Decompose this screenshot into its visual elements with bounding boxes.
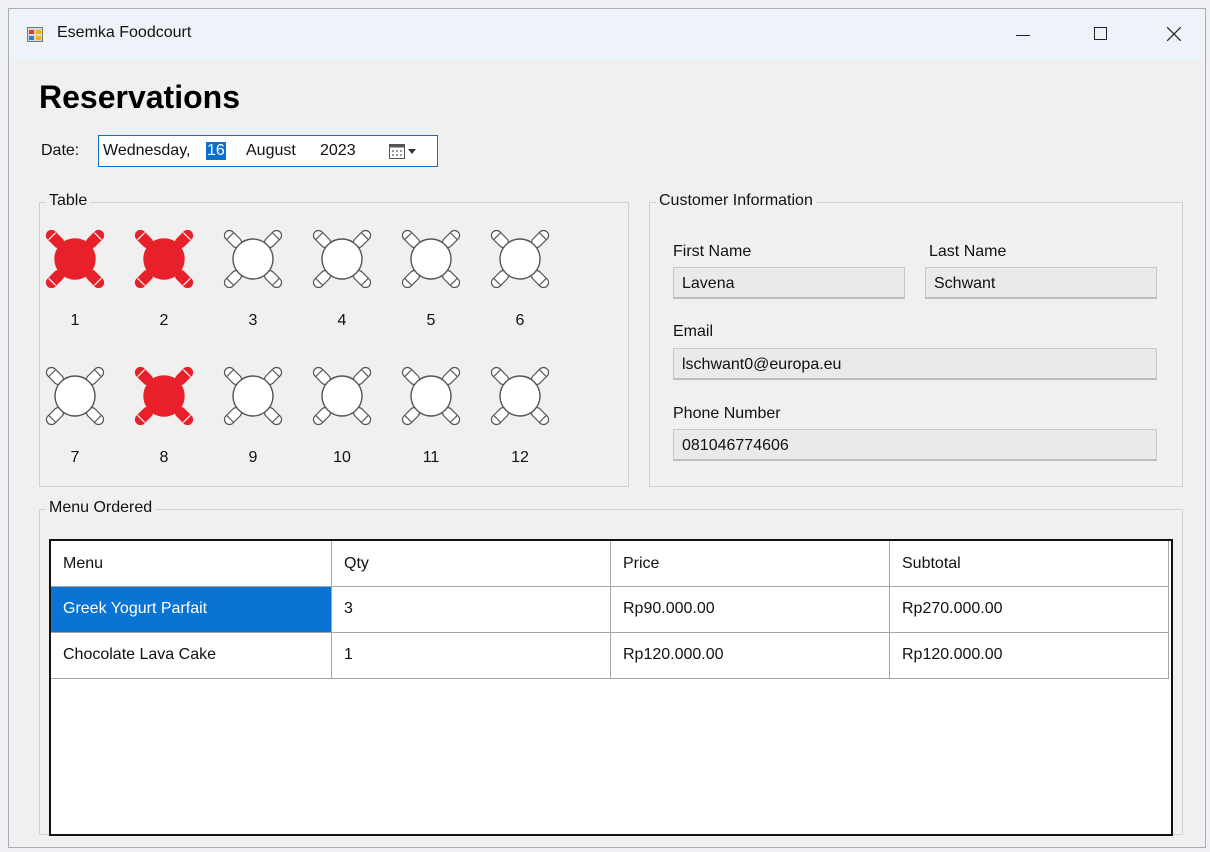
phone-label: Phone Number — [673, 405, 781, 422]
table-icon — [223, 366, 283, 426]
minimize-button[interactable] — [992, 9, 1052, 59]
table-number: 10 — [333, 449, 351, 466]
table-number: 3 — [248, 312, 258, 329]
table-12[interactable]: 12 — [475, 361, 565, 469]
customer-info-group: Customer Information First Name Lavena L… — [649, 192, 1183, 487]
table-7[interactable]: 7 — [30, 361, 120, 469]
table-6[interactable]: 6 — [475, 224, 565, 332]
first-name-field[interactable]: Lavena — [673, 267, 905, 299]
date-picker[interactable]: Wednesday, 16 August 2023 — [98, 135, 438, 167]
column-header-menu[interactable]: Menu — [51, 541, 332, 587]
cell-menu[interactable]: Greek Yogurt Parfait — [51, 587, 332, 633]
title-bar[interactable]: Esemka Foodcourt — [9, 9, 1205, 59]
table-number: 12 — [511, 449, 529, 466]
close-icon — [1167, 27, 1181, 41]
email-field[interactable]: lschwant0@europa.eu — [673, 348, 1157, 380]
app-window: Esemka Foodcourt Reservations Date: Wedn… — [8, 8, 1206, 848]
cell-qty[interactable]: 3 — [332, 587, 611, 633]
table-icon — [401, 366, 461, 426]
table-icon — [312, 366, 372, 426]
table-group-title: Table — [46, 192, 91, 210]
cell-qty[interactable]: 1 — [332, 633, 611, 679]
date-year[interactable]: 2023 — [320, 142, 356, 160]
table-2[interactable]: 2 — [119, 224, 209, 332]
date-weekday: Wednesday, — [103, 142, 191, 159]
table-icon — [490, 366, 550, 426]
table-icon — [134, 229, 194, 289]
calendar-dropdown-icon[interactable] — [389, 144, 425, 160]
app-icon — [27, 27, 43, 42]
table-icon — [312, 229, 372, 289]
column-header-price[interactable]: Price — [611, 541, 890, 587]
table-9[interactable]: 9 — [208, 361, 298, 469]
date-month[interactable]: August — [246, 142, 296, 160]
table-5[interactable]: 5 — [386, 224, 476, 332]
table-number: 11 — [422, 449, 440, 466]
first-name-label: First Name — [673, 243, 752, 260]
table-number: 9 — [248, 449, 258, 466]
table-10[interactable]: 10 — [297, 361, 387, 469]
table-number: 8 — [159, 449, 169, 466]
cell-menu[interactable]: Chocolate Lava Cake — [51, 633, 332, 679]
date-day[interactable]: 16 — [206, 142, 226, 160]
table-number: 5 — [426, 312, 436, 329]
table-3[interactable]: 3 — [208, 224, 298, 332]
maximize-button[interactable] — [1071, 9, 1131, 59]
close-button[interactable] — [1145, 9, 1205, 59]
column-header-subtotal[interactable]: Subtotal — [890, 541, 1169, 587]
cell-price[interactable]: Rp90.000.00 — [611, 587, 890, 633]
table-icon — [134, 366, 194, 426]
cell-subtotal[interactable]: Rp120.000.00 — [890, 633, 1169, 679]
customer-info-title: Customer Information — [656, 192, 816, 210]
table-icon — [223, 229, 283, 289]
minimize-icon — [1016, 35, 1030, 36]
table-icon — [490, 229, 550, 289]
table-4[interactable]: 4 — [297, 224, 387, 332]
table-group: Table 1 2 3 4 5 6 7 8 9 10 11 12 — [39, 192, 629, 487]
table-icon — [45, 229, 105, 289]
cell-subtotal[interactable]: Rp270.000.00 — [890, 587, 1169, 633]
table-number: 7 — [70, 449, 80, 466]
phone-field[interactable]: 081046774606 — [673, 429, 1157, 461]
table-11[interactable]: 11 — [386, 361, 476, 469]
maximize-icon — [1094, 27, 1107, 40]
cell-price[interactable]: Rp120.000.00 — [611, 633, 890, 679]
menu-ordered-title: Menu Ordered — [46, 499, 156, 517]
last-name-label: Last Name — [929, 243, 1007, 260]
table-number: 2 — [159, 312, 169, 329]
table-number: 4 — [337, 312, 347, 329]
table-1[interactable]: 1 — [30, 224, 120, 332]
table-number: 6 — [515, 312, 525, 329]
table-8[interactable]: 8 — [119, 361, 209, 469]
last-name-field[interactable]: Schwant — [925, 267, 1157, 299]
window-title: Esemka Foodcourt — [57, 24, 192, 41]
table-icon — [401, 229, 461, 289]
table-number: 1 — [70, 312, 80, 329]
email-label: Email — [673, 323, 714, 340]
column-header-qty[interactable]: Qty — [332, 541, 611, 587]
menu-ordered-grid[interactable]: Menu Qty Price Subtotal Greek Yogurt Par… — [49, 539, 1173, 836]
table-icon — [45, 366, 105, 426]
page-title: Reservations — [39, 79, 240, 115]
date-label: Date: — [41, 142, 80, 159]
